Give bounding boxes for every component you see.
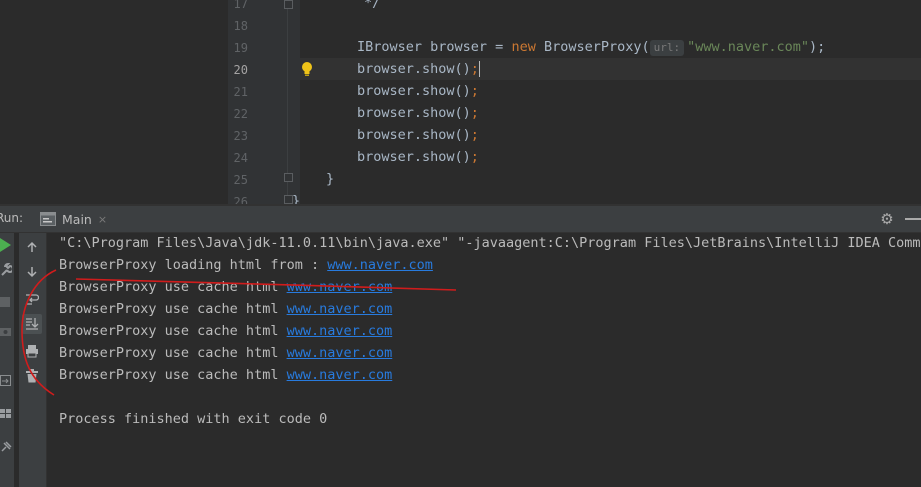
console-line: BrowserProxy use cache html www.naver.co… [59, 298, 392, 320]
statement-end: ); [809, 39, 826, 55]
console-line-command: "C:\Program Files\Java\jdk-11.0.11\bin\j… [59, 235, 921, 251]
console-text: BrowserProxy use cache html [59, 279, 287, 295]
line-number: 25 [233, 173, 248, 187]
rerun-icon[interactable] [0, 238, 12, 252]
semicolon: ; [470, 105, 479, 121]
scroll-to-end-icon[interactable] [22, 314, 42, 334]
console-link[interactable]: www.naver.com [327, 257, 433, 273]
semicolon: ; [470, 127, 479, 143]
comment-end: */ [364, 0, 381, 11]
close-icon[interactable]: × [98, 213, 107, 226]
down-arrow-icon[interactable] [22, 262, 42, 282]
print-icon[interactable] [22, 341, 42, 361]
keyword-new: new [511, 39, 536, 55]
tab-main-label: Main [62, 211, 92, 227]
console-text: BrowserProxy use cache html [59, 345, 287, 361]
line-number: 18 [233, 19, 248, 33]
code-line[interactable]: browser.show(); [300, 102, 921, 124]
closing-brace: } [326, 171, 335, 187]
login-icon[interactable] [0, 375, 12, 387]
console-text: BrowserProxy use cache html [59, 323, 287, 339]
semicolon: ; [470, 61, 479, 77]
trash-icon[interactable] [22, 366, 42, 386]
code-line[interactable]: browser.show(); [300, 124, 921, 146]
console-line: BrowserProxy use cache html www.naver.co… [59, 364, 392, 386]
run-toolbar-secondary [19, 233, 47, 487]
console-text: BrowserProxy loading html from : [59, 257, 328, 273]
show-call: browser.show() [357, 127, 471, 143]
semicolon: ; [470, 149, 479, 165]
console-link[interactable]: www.naver.com [287, 345, 393, 361]
line-number: 23 [233, 129, 248, 143]
console-line: BrowserProxy use cache html www.naver.co… [59, 276, 392, 298]
fold-marker[interactable] [284, 0, 293, 9]
show-call: browser.show() [357, 83, 471, 99]
code-line[interactable]: IBrowser browser = new BrowserProxy(url:… [300, 36, 921, 58]
constructor-call: BrowserProxy( [535, 39, 650, 55]
line-number: 22 [233, 107, 248, 121]
layout-icon[interactable] [0, 408, 12, 420]
console-text: BrowserProxy use cache html [59, 301, 287, 317]
tab-main[interactable]: Main × [34, 206, 113, 232]
run-toolbar-primary [0, 233, 14, 487]
wrench-icon[interactable] [0, 263, 12, 277]
var-assign: browser = [422, 39, 512, 55]
run-tool-header: Run: Main × ⚙ [0, 206, 921, 233]
fold-marker[interactable] [284, 173, 293, 182]
code-line[interactable]: browser.show(); [300, 80, 921, 102]
console-tab-icon [40, 212, 56, 226]
gear-icon[interactable]: ⚙ [878, 210, 896, 228]
type-name: IBrowser [357, 39, 423, 55]
line-number: 21 [233, 85, 248, 99]
code-line[interactable]: browser.show(); [300, 146, 921, 168]
camera-icon[interactable] [0, 325, 12, 337]
minimize-icon[interactable] [905, 218, 921, 220]
line-number-active: 20 [233, 63, 248, 77]
stop-icon[interactable] [0, 297, 12, 309]
console-link[interactable]: www.naver.com [287, 367, 393, 383]
code-line[interactable]: } [300, 168, 921, 190]
string-literal: "www.naver.com" [687, 39, 810, 55]
console-output[interactable]: "C:\Program Files\Java\jdk-11.0.11\bin\j… [59, 233, 921, 487]
soft-wrap-icon[interactable] [22, 289, 42, 309]
console-line: BrowserProxy use cache html www.naver.co… [59, 342, 392, 364]
pin-icon[interactable] [0, 441, 12, 453]
run-label: Run: [0, 211, 24, 225]
up-arrow-icon[interactable] [22, 237, 42, 257]
line-number: 24 [233, 151, 248, 165]
parameter-hint: url: [649, 40, 685, 56]
console-line: BrowserProxy use cache html www.naver.co… [59, 320, 392, 342]
show-call: browser.show() [357, 149, 471, 165]
console-text: BrowserProxy use cache html [59, 367, 287, 383]
code-line[interactable]: */ [300, 0, 921, 14]
console-link[interactable]: www.naver.com [287, 279, 393, 295]
text-caret [478, 61, 480, 77]
lightbulb-icon[interactable] [300, 61, 314, 77]
line-number: 17 [233, 0, 248, 11]
show-call: browser.show() [357, 61, 471, 77]
show-call: browser.show() [357, 105, 471, 121]
console-line: BrowserProxy loading html from : www.nav… [59, 254, 433, 276]
semicolon: ; [470, 83, 479, 99]
console-link[interactable]: www.naver.com [287, 301, 393, 317]
console-line-exit: Process finished with exit code 0 [59, 411, 328, 427]
code-line-current[interactable]: browser.show(); [300, 58, 921, 80]
line-number: 19 [233, 41, 248, 55]
editor-left-blank [0, 0, 228, 204]
console-link[interactable]: www.naver.com [287, 323, 393, 339]
